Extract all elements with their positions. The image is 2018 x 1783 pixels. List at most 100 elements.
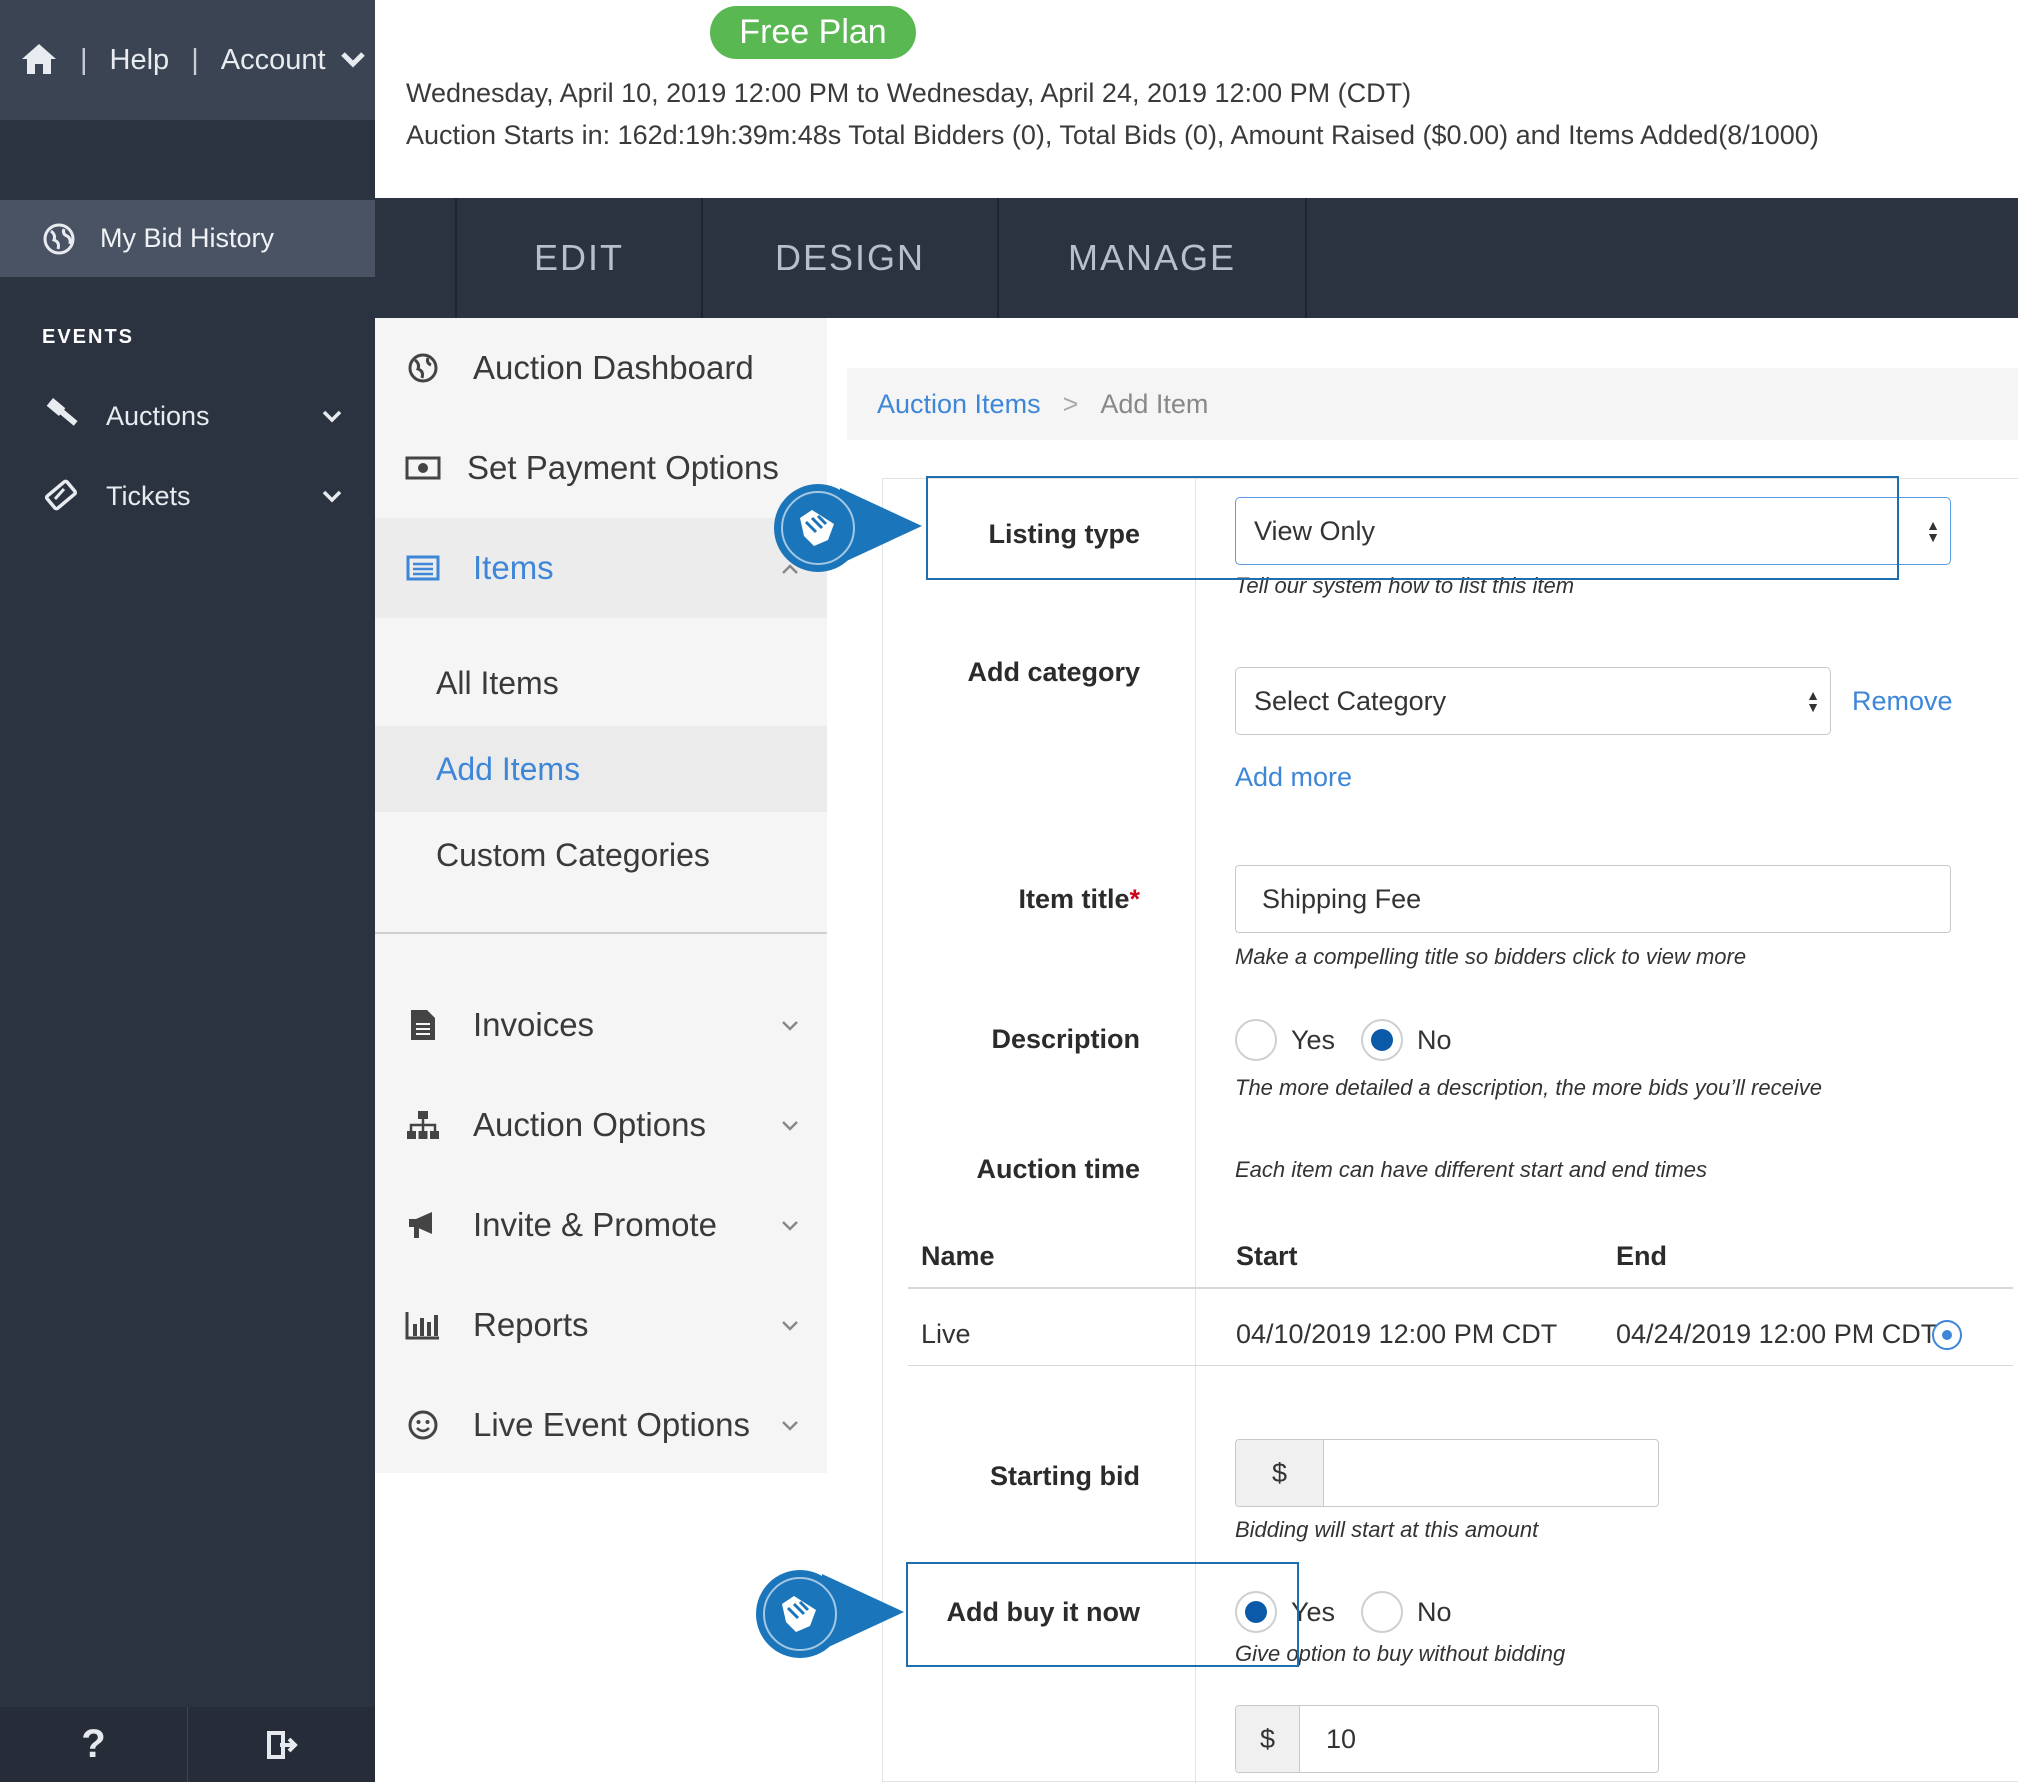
breadcrumb: Auction Items > Add Item	[847, 368, 2018, 440]
my-bid-history-link[interactable]: My Bid History	[0, 200, 375, 277]
help-button[interactable]: ?	[0, 1707, 188, 1782]
nav-auction-options[interactable]: Auction Options	[375, 1075, 827, 1175]
smiley-icon	[403, 1405, 443, 1445]
sidebar-bottom-bar: ?	[0, 1707, 375, 1782]
events-section-label: EVENTS	[42, 326, 135, 348]
sitemap-icon	[403, 1105, 443, 1145]
nav-label: Auction Options	[473, 1106, 706, 1143]
tutorial-pointer-icon	[756, 1570, 904, 1658]
chevron-down-icon	[322, 410, 342, 423]
money-icon	[403, 448, 443, 488]
logout-button[interactable]	[188, 1707, 375, 1782]
breadcrumb-current: Add Item	[1100, 388, 1209, 419]
buy-now-price-group: $ 10	[1235, 1705, 1659, 1773]
column-header-start: Start	[1236, 1241, 1298, 1271]
buy-now-no-label: No	[1417, 1597, 1452, 1627]
nav-label: Invoices	[473, 1006, 595, 1043]
sidebar-top-bar: | Help | Account	[0, 0, 375, 120]
home-icon[interactable]	[20, 41, 58, 79]
chevron-down-icon	[781, 1312, 799, 1338]
logout-icon	[266, 1730, 298, 1759]
auction-time-hint: Each item can have different start and e…	[1235, 1157, 1708, 1182]
add-more-category-link[interactable]: Add more	[1235, 762, 1352, 793]
main-tab-bar: EDIT DESIGN MANAGE	[375, 198, 2018, 318]
nav-reports[interactable]: Reports	[375, 1275, 827, 1375]
radio-dot	[1942, 1330, 1952, 1340]
buy-now-price-input[interactable]: 10	[1300, 1706, 1658, 1772]
account-menu[interactable]: Account	[221, 44, 366, 77]
help-link[interactable]: Help	[110, 44, 170, 77]
nav-label: Items	[473, 549, 554, 586]
divider: |	[80, 43, 88, 76]
table-row-divider	[908, 1365, 2013, 1366]
starting-bid-input-group: $	[1235, 1439, 1659, 1507]
required-marker: *	[1129, 884, 1140, 914]
starting-bid-hint: Bidding will start at this amount	[1235, 1517, 1539, 1542]
megaphone-icon	[403, 1205, 443, 1245]
sidebar-item-tickets[interactable]: Tickets	[42, 466, 342, 526]
description-no-radio[interactable]	[1361, 1019, 1403, 1061]
sidebar-item-label: Tickets	[106, 480, 191, 511]
nav-items[interactable]: Items	[375, 518, 827, 618]
nav-label: Auction Dashboard	[473, 349, 754, 386]
category-select[interactable]: Select Category ▲ ▼	[1235, 667, 1831, 735]
tab-edit[interactable]: EDIT	[455, 198, 701, 318]
table-header-divider	[908, 1287, 2013, 1289]
description-label: Description	[991, 1024, 1140, 1054]
document-icon	[403, 1005, 443, 1045]
row-end: 04/24/2019 12:00 PM CDT	[1616, 1319, 1938, 1349]
breadcrumb-separator: >	[1062, 388, 1079, 419]
currency-addon: $	[1236, 1706, 1300, 1772]
chevron-down-icon	[781, 1112, 799, 1138]
breadcrumb-auction-items[interactable]: Auction Items	[877, 389, 1041, 420]
row-start: 04/10/2019 12:00 PM CDT	[1236, 1319, 1558, 1349]
nav-custom-categories[interactable]: Custom Categories	[375, 812, 827, 898]
tab-manage[interactable]: MANAGE	[997, 198, 1307, 318]
plan-badge[interactable]: Free Plan	[710, 6, 916, 59]
chevron-down-icon	[322, 490, 342, 503]
buy-now-no-radio[interactable]	[1361, 1591, 1403, 1633]
auction-dates: Wednesday, April 10, 2019 12:00 PM to We…	[406, 78, 1412, 108]
ticket-icon	[44, 479, 78, 511]
sidebar-item-auctions[interactable]: Auctions	[42, 386, 342, 446]
item-title-hint: Make a compelling title so bidders click…	[1235, 944, 1747, 969]
divider: |	[191, 43, 199, 76]
auction-stats: Auction Starts in: 162d:19h:39m:48s Tota…	[406, 120, 1819, 150]
tutorial-pointer-icon	[774, 484, 922, 572]
remove-category-link[interactable]: Remove	[1852, 686, 1953, 717]
column-header-end: End	[1616, 1241, 1667, 1271]
nav-live-event-options[interactable]: Live Event Options	[375, 1375, 827, 1475]
item-title-label: Item title*	[1018, 884, 1140, 915]
chevron-down-icon	[781, 1012, 799, 1038]
item-title-input[interactable]: Shipping Fee	[1235, 865, 1951, 933]
add-category-label: Add category	[967, 657, 1140, 687]
auction-sub-navigation: Auction Dashboard Set Payment Options It…	[375, 318, 827, 1473]
select-arrows-icon: ▲ ▼	[1806, 687, 1820, 715]
globe-icon	[403, 348, 443, 388]
starting-bid-label: Starting bid	[990, 1461, 1140, 1491]
starting-bid-input[interactable]	[1324, 1440, 1658, 1506]
divider	[375, 932, 827, 934]
chevron-down-icon	[781, 1212, 799, 1238]
description-yes-radio[interactable]	[1235, 1019, 1277, 1061]
nav-invite-promote[interactable]: Invite & Promote	[375, 1175, 827, 1275]
row-select-radio[interactable]	[1932, 1320, 1962, 1350]
tab-design[interactable]: DESIGN	[701, 198, 997, 318]
nav-auction-dashboard[interactable]: Auction Dashboard	[375, 318, 827, 418]
gavel-icon	[46, 398, 78, 426]
nav-set-payment-options[interactable]: Set Payment Options	[375, 418, 827, 518]
auction-time-label: Auction time	[976, 1154, 1140, 1184]
globe-icon	[43, 223, 75, 254]
nav-all-items[interactable]: All Items	[375, 640, 827, 726]
nav-add-items[interactable]: Add Items	[375, 726, 827, 812]
select-arrows-icon: ▲ ▼	[1926, 517, 1940, 545]
account-label: Account	[220, 43, 326, 76]
list-icon	[403, 548, 443, 588]
nav-invoices[interactable]: Invoices	[375, 975, 827, 1075]
currency-addon: $	[1236, 1440, 1324, 1506]
question-icon: ?	[81, 1722, 106, 1766]
left-sidebar: | Help | Account My Bid History EVENTS A…	[0, 0, 375, 1782]
description-no-label: No	[1417, 1025, 1452, 1055]
description-hint: The more detailed a description, the mor…	[1235, 1075, 1822, 1100]
nav-label: Reports	[473, 1306, 589, 1343]
